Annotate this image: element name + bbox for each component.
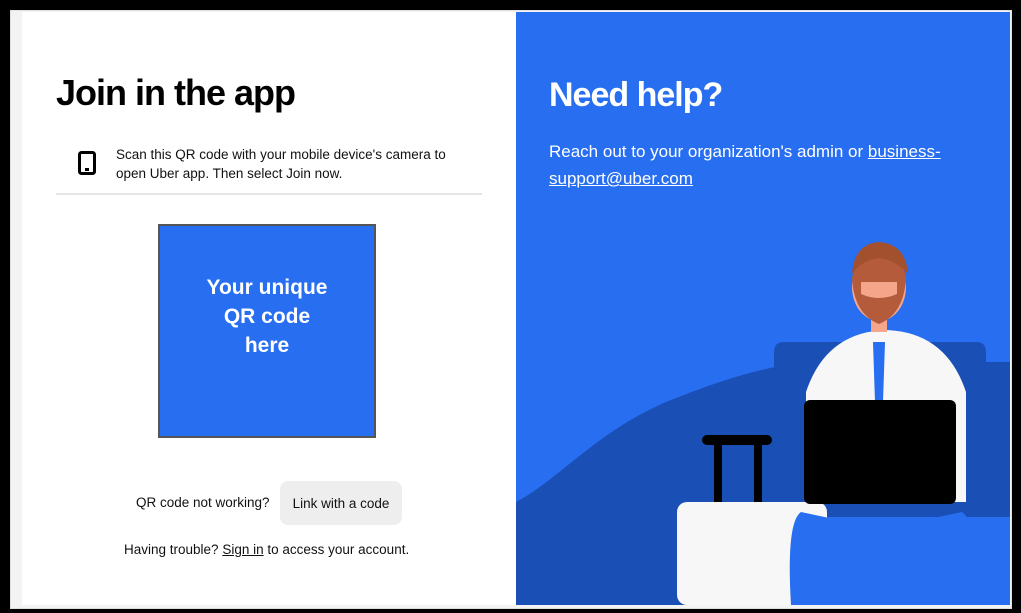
qr-placeholder-line-3: here	[244, 333, 290, 357]
link-with-code-button[interactable]: Link with a code	[280, 481, 402, 525]
join-app-panel: Join in the app Scan this QR code with y…	[22, 12, 516, 605]
help-panel: Need help? Reach out to your organizatio…	[516, 12, 1010, 605]
instruction-line-2: open Uber app. Then select Join now.	[116, 166, 343, 181]
qr-placeholder-line-1: Your unique	[206, 275, 328, 299]
help-text: Reach out to your organization's admin o…	[549, 138, 979, 192]
mobile-phone-icon	[78, 151, 96, 175]
qr-placeholder-line-2: QR code	[223, 304, 311, 328]
instruction-line-1: Scan this QR code with your mobile devic…	[116, 147, 446, 162]
trouble-suffix: to access your account.	[267, 542, 410, 557]
sign-in-prompt: Having trouble? Sign in to access your a…	[124, 542, 409, 557]
page-title: Join in the app	[56, 72, 296, 113]
help-title: Need help?	[549, 76, 723, 114]
trouble-prefix: Having trouble?	[124, 542, 219, 557]
help-text-prefix: Reach out to your organization's admin o…	[549, 142, 864, 161]
sign-in-link[interactable]: Sign in	[222, 542, 263, 557]
qr-not-working-text: QR code not working?	[136, 495, 270, 510]
qr-placeholder-text: Your unique QR code here	[192, 273, 342, 360]
qr-instruction-text: Scan this QR code with your mobile devic…	[116, 145, 476, 183]
qr-instruction-row: Scan this QR code with your mobile devic…	[56, 138, 482, 195]
qr-code-placeholder: Your unique QR code here	[158, 224, 376, 438]
